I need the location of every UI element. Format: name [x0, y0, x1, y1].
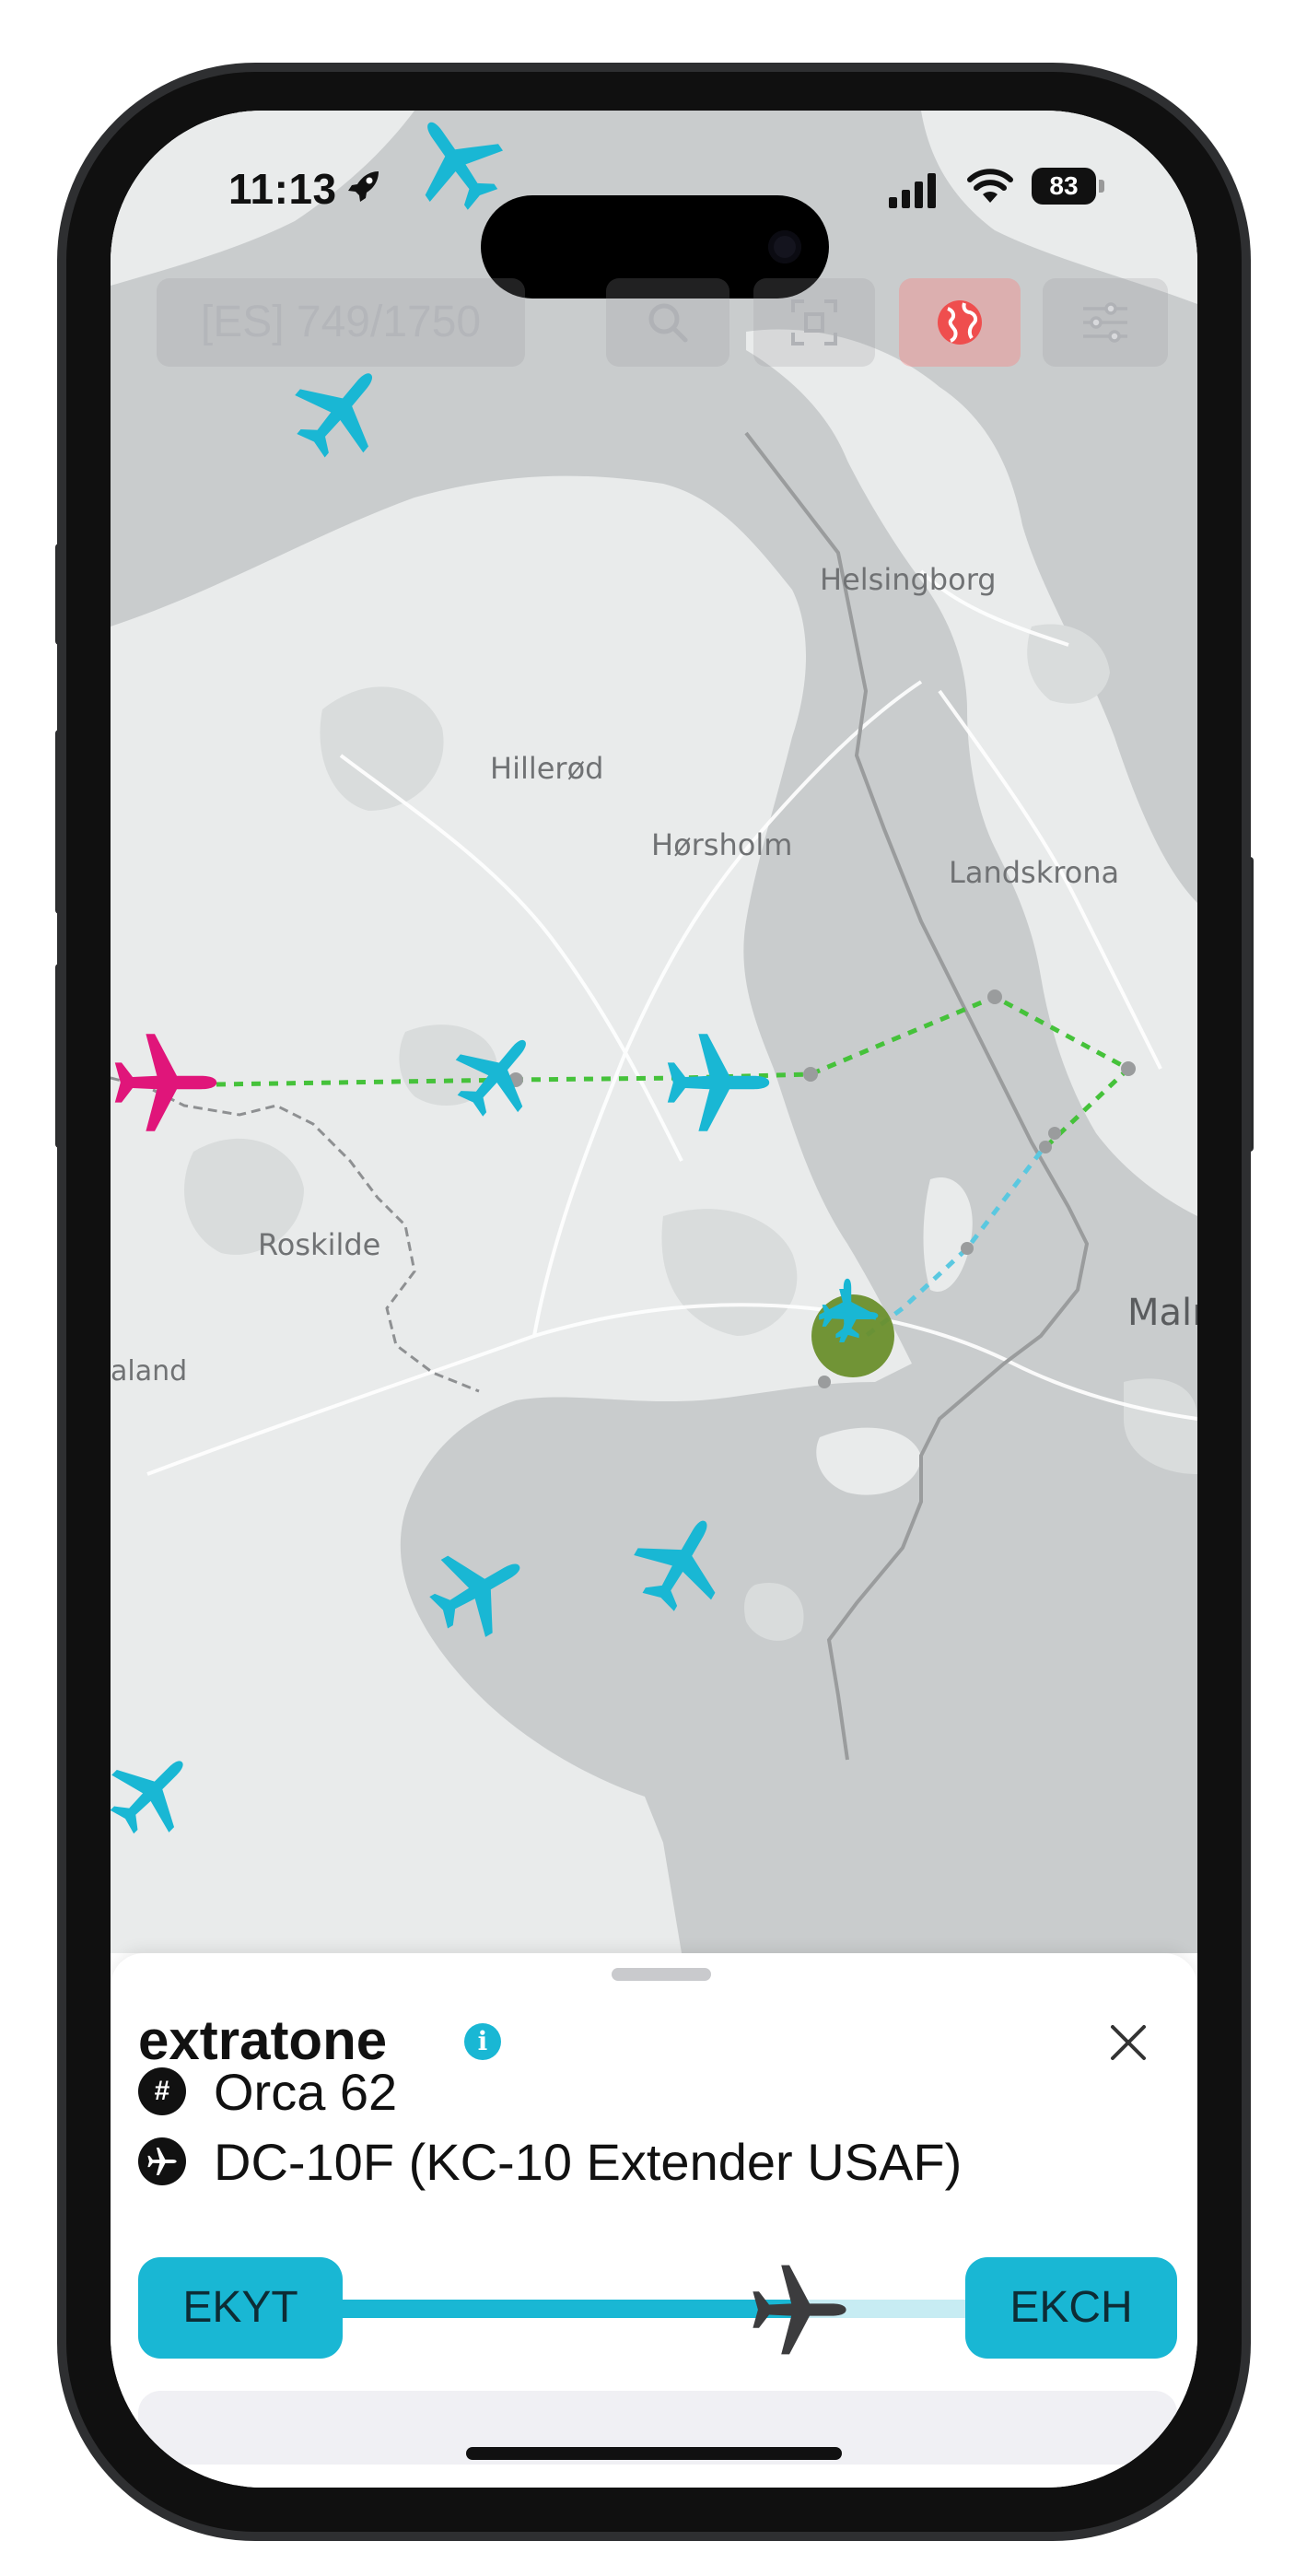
svg-text:Malı: Malı: [1127, 1292, 1197, 1334]
map-toolbar: [ES] 749/1750: [157, 278, 1170, 367]
svg-text:aland: aland: [111, 1355, 187, 1388]
globe-button[interactable]: [899, 278, 1021, 367]
sheet-drag-handle[interactable]: [612, 1968, 711, 1981]
battery-indicator: 83: [1032, 168, 1105, 205]
rocket-icon: [348, 171, 379, 202]
flight-detail-sheet: extratone i # Orca 62 DC-10F (KC-10 Exte…: [111, 1953, 1197, 2488]
svg-text:Hillerød: Hillerød: [490, 751, 603, 786]
svg-text:Helsingborg: Helsingborg: [820, 562, 997, 597]
sliders-icon: [1083, 302, 1127, 343]
scan-icon: [791, 299, 837, 345]
status-time: 11:13: [228, 165, 337, 213]
close-icon[interactable]: [1105, 2020, 1151, 2066]
aircraft-type: DC-10F (KC-10 Extender USAF): [214, 2132, 963, 2191]
wifi-icon: [967, 169, 1013, 203]
battery-level: 83: [1032, 168, 1096, 205]
progress-fill: [322, 2300, 800, 2318]
svg-text:Hørsholm: Hørsholm: [651, 827, 792, 862]
globe-icon: [938, 300, 982, 345]
screen: Helsingborg Hillerød Hørsholm Landskrona…: [111, 111, 1197, 2488]
status-bar: 11:13 83: [111, 164, 1197, 299]
progress-track: [322, 2300, 995, 2318]
cellular-signal-icon: [889, 173, 936, 208]
filter-button[interactable]: [1043, 278, 1168, 367]
scan-button[interactable]: [753, 278, 875, 367]
airplane-icon: [138, 2137, 186, 2185]
search-icon: [648, 303, 688, 343]
battery-tip: [1099, 180, 1104, 193]
front-camera: [768, 230, 801, 263]
hash-icon: #: [138, 2067, 186, 2115]
flight-number: Orca 62: [214, 2062, 398, 2121]
search-button[interactable]: [606, 278, 729, 367]
svg-text:Roskilde: Roskilde: [258, 1227, 380, 1262]
aircraft-progress-icon: [753, 2265, 846, 2355]
aircraft-type-row: DC-10F (KC-10 Extender USAF): [138, 2132, 963, 2191]
flight-number-row: # Orca 62: [138, 2062, 398, 2121]
destination-airport[interactable]: EKCH: [965, 2257, 1177, 2359]
aircraft-count[interactable]: [ES] 749/1750: [157, 278, 525, 367]
flight-map[interactable]: Helsingborg Hillerød Hørsholm Landskrona…: [111, 111, 1197, 1953]
info-icon[interactable]: i: [464, 2023, 501, 2060]
home-indicator[interactable]: [466, 2447, 842, 2460]
svg-text:Landskrona: Landskrona: [949, 855, 1119, 890]
route-progress: EKYT EKCH: [138, 2257, 1179, 2359]
origin-airport[interactable]: EKYT: [138, 2257, 343, 2359]
